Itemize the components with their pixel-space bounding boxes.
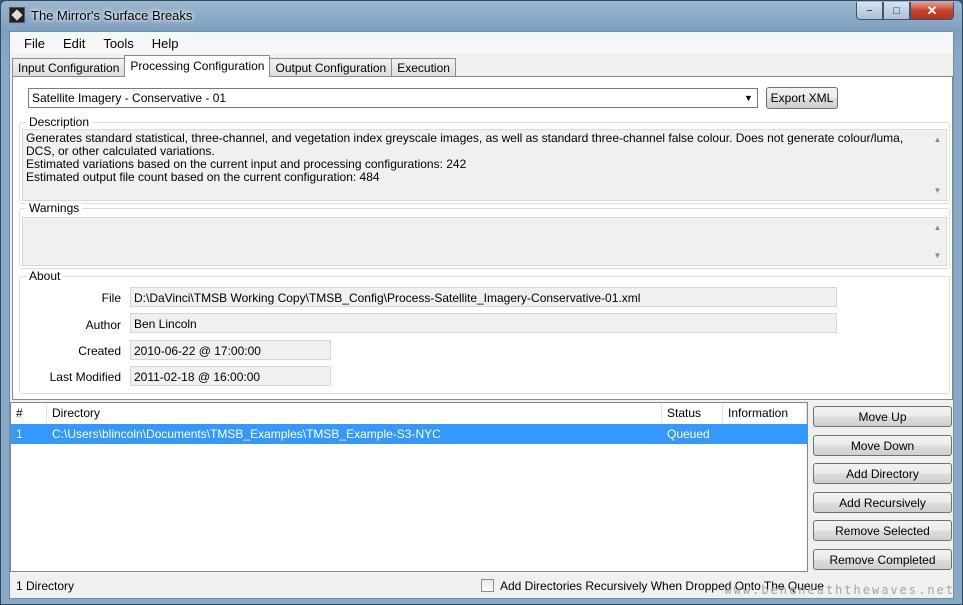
file-field[interactable]: D:\DaVinci\TMSB Working Copy\TMSB_Config… [130,287,837,307]
title-bar[interactable]: The Mirror's Surface Breaks − □ ✕ [1,1,962,31]
scroll-down-icon[interactable]: ▼ [934,249,942,262]
row-directory: C:\Users\blincoln\Documents\TMSB_Example… [52,427,441,441]
processing-configuration-panel: Satellite Imagery - Conservative - 01 ▼ … [12,76,953,400]
maximize-button[interactable]: □ [883,2,910,20]
queue-header: # Directory Status Information [11,403,807,423]
warnings-legend: Warnings [26,201,83,215]
chevron-down-icon[interactable]: ▼ [740,89,757,107]
close-icon: ✕ [926,2,938,18]
description-text: Generates standard statistical, three-ch… [22,129,947,201]
description-line-3: Estimated output file count based on the… [26,170,380,184]
scroll-up-icon[interactable]: ▲ [934,133,942,146]
warnings-group: Warnings ▲ ▼ [19,201,950,269]
menu-help[interactable]: Help [143,32,188,54]
remove-completed-button[interactable]: Remove Completed [813,549,952,570]
created-field[interactable]: 2010-06-22 @ 17:00:00 [130,340,331,360]
last-modified-label: Last Modified [49,370,121,384]
column-number[interactable]: # [11,403,47,423]
directory-count: 1 Directory [16,579,75,593]
menu-tools[interactable]: Tools [94,32,142,54]
column-directory[interactable]: Directory [47,403,662,423]
minimize-button[interactable]: − [856,2,883,20]
description-scrollbar[interactable]: ▲ ▼ [929,130,946,200]
about-legend: About [26,269,64,283]
table-row[interactable]: 1 C:\Users\blincoln\Documents\TMSB_Examp… [11,424,808,444]
tab-processing-configuration[interactable]: Processing Configuration [124,55,271,77]
tab-execution[interactable]: Execution [391,58,456,77]
move-up-button[interactable]: Move Up [813,406,952,427]
column-information[interactable]: Information [723,403,807,423]
column-status[interactable]: Status [662,403,723,423]
close-button[interactable]: ✕ [910,2,954,20]
menu-file[interactable]: File [15,32,54,54]
move-down-button[interactable]: Move Down [813,435,952,456]
app-window: The Mirror's Surface Breaks − □ ✕ File E… [0,0,963,605]
description-group: Description Generates standard statistic… [19,115,950,204]
recursive-drop-checkbox[interactable] [481,579,494,592]
description-legend: Description [26,115,93,129]
warnings-text: ▲ ▼ [22,217,947,266]
maximize-icon: □ [893,4,900,17]
export-xml-button[interactable]: Export XML [766,87,838,109]
minimize-icon: − [866,4,873,17]
configuration-select-value: Satellite Imagery - Conservative - 01 [32,91,227,105]
author-label: Author [85,318,121,332]
description-line-1: Generates standard statistical, three-ch… [26,131,904,158]
row-information [723,424,807,444]
row-status: Queued [667,427,710,441]
app-icon[interactable] [9,7,25,23]
menu-bar: File Edit Tools Help [10,32,953,54]
file-label: File [101,291,121,305]
add-directory-button[interactable]: Add Directory [813,463,952,484]
directory-queue-list[interactable]: # Directory Status Information 1 C:\User… [10,402,808,572]
tab-strip: Input Configuration Processing Configura… [12,55,456,77]
client-area: File Edit Tools Help Input Configuration… [9,31,954,599]
tab-output-configuration[interactable]: Output Configuration [269,58,393,77]
menu-edit[interactable]: Edit [54,32,94,54]
row-number: 1 [16,427,23,441]
add-recursively-button[interactable]: Add Recursively [813,492,952,513]
window-title: The Mirror's Surface Breaks [31,8,193,23]
author-field[interactable]: Ben Lincoln [130,313,837,333]
tab-input-configuration[interactable]: Input Configuration [12,58,126,77]
configuration-select[interactable]: Satellite Imagery - Conservative - 01 ▼ [28,88,758,108]
about-group: About File D:\DaVinci\TMSB Working Copy\… [19,269,950,394]
last-modified-field[interactable]: 2011-02-18 @ 16:00:00 [130,366,331,386]
remove-selected-button[interactable]: Remove Selected [813,520,952,541]
created-label: Created [78,344,121,358]
warnings-scrollbar[interactable]: ▲ ▼ [929,218,946,265]
scroll-up-icon[interactable]: ▲ [934,221,942,234]
watermark: www.beneneaththewaves.net [724,583,955,597]
scroll-down-icon[interactable]: ▼ [934,184,942,197]
